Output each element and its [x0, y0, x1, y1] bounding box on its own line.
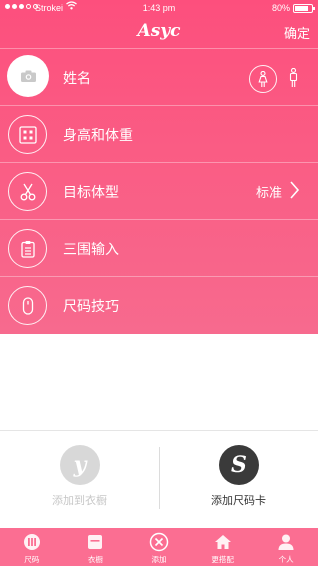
menu-label-name: 姓名: [63, 70, 91, 86]
wardrobe-badge-icon: y: [60, 445, 100, 485]
menu-label-size-tips: 尺码技巧: [63, 298, 119, 314]
gender-male-button[interactable]: [286, 66, 300, 90]
mouse-icon: [22, 296, 33, 315]
tab-label: 衣橱: [87, 555, 103, 564]
profile-panel: Strokei 1:43 pm 80% Asyc 确定 姓名 身高和体重 目标体: [0, 0, 318, 334]
tab-label: 尺码: [24, 555, 40, 564]
menu-icon-circle: [8, 286, 47, 325]
home-icon: [213, 532, 233, 552]
person-icon: [276, 532, 296, 552]
male-icon: [289, 68, 297, 87]
tab-profile[interactable]: 个人: [254, 528, 318, 566]
add-size-card-button[interactable]: S 添加尺码卡: [159, 431, 318, 529]
tab-match[interactable]: 更搭配: [191, 528, 255, 566]
add-to-wardrobe-label: 添加到衣橱: [52, 495, 107, 507]
female-icon: [258, 70, 268, 87]
status-bar: Strokei 1:43 pm 80%: [0, 0, 318, 17]
scissors-icon: [20, 183, 35, 200]
size-card-badge-icon: S: [219, 445, 259, 485]
menu-icon-circle: [8, 172, 47, 211]
camera-icon: [20, 70, 36, 82]
add-size-card-label: 添加尺码卡: [211, 495, 266, 507]
tab-label: 个人: [278, 555, 294, 564]
chart-icon: [22, 532, 42, 552]
menu-label-measurements: 三围输入: [63, 241, 119, 257]
menu-row-body-type[interactable]: 目标体型 标准: [0, 162, 318, 219]
avatar[interactable]: [7, 55, 49, 97]
nav-bar: Asyc 确定: [0, 17, 318, 47]
menu-row-size-tips[interactable]: 尺码技巧: [0, 276, 318, 333]
tab-bar: 尺码 衣橱 添加 更搭配 个人: [0, 528, 318, 566]
app-logo: Asyc: [137, 21, 181, 41]
menu-label-height-weight: 身高和体重: [63, 127, 133, 143]
add-close-icon: [149, 532, 169, 552]
chevron-right-icon: [290, 181, 300, 199]
menu-label-body-type: 目标体型: [63, 184, 119, 200]
wardrobe-icon: [85, 532, 105, 552]
menu-icon-circle: [8, 115, 47, 154]
clipboard-icon: [20, 240, 35, 258]
menu-icon-circle: [8, 229, 47, 268]
tab-add[interactable]: 添加: [127, 528, 191, 566]
tab-label: 更搭配: [211, 555, 234, 564]
status-time: 1:43 pm: [142, 3, 176, 13]
battery-icon: [293, 4, 315, 13]
confirm-button[interactable]: 确定: [284, 23, 310, 42]
tab-size[interactable]: 尺码: [0, 528, 64, 566]
menu-row-measurements[interactable]: 三围输入: [0, 219, 318, 276]
battery-percent: 80%: [271, 3, 290, 13]
body-type-value: 标准: [255, 185, 282, 200]
add-card-panel: y 添加到衣橱 S 添加尺码卡: [0, 430, 318, 528]
tab-label: 添加: [151, 555, 167, 564]
add-to-wardrobe-button[interactable]: y 添加到衣橱: [0, 431, 159, 529]
tab-wardrobe[interactable]: 衣橱: [64, 528, 128, 566]
grid-icon: [18, 125, 37, 144]
menu-row-height-weight[interactable]: 身高和体重: [0, 105, 318, 162]
gender-female-button[interactable]: [249, 65, 277, 93]
